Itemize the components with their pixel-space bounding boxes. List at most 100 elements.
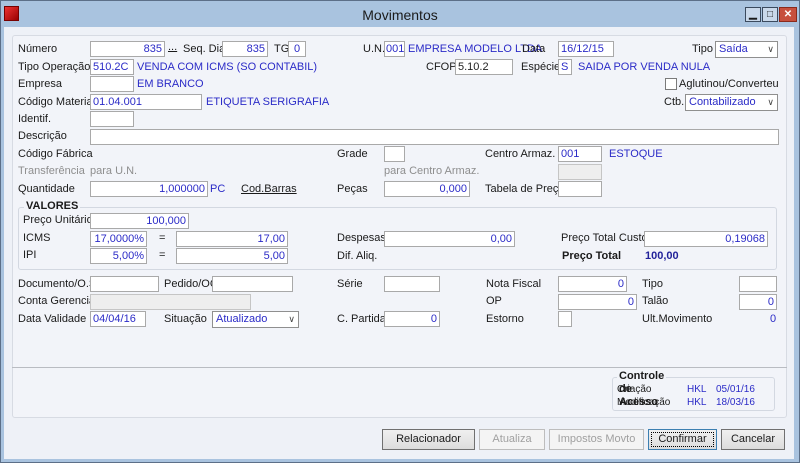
quantidade-label: Quantidade [18,183,75,195]
chevron-down-icon: ∨ [767,97,774,107]
documento-label: Documento/O.S [18,278,97,290]
pecas-label: Peças [337,183,368,195]
icms-equals: = [159,232,166,244]
despesas-label: Despesas [337,232,386,244]
identif-label: Identif. [18,113,52,125]
tg-label: TG [274,43,290,55]
tipo-operacao-description: VENDA COM ICMS (SO CONTABIL) [137,61,318,73]
valores-title: VALORES [24,200,81,213]
chevron-down-icon: ∨ [767,44,774,54]
icms-value-input[interactable]: 17,00 [176,231,288,247]
tipo-label: Tipo [692,43,713,55]
op-label: OP [486,295,502,307]
cfop-label: CFOP [426,61,457,73]
especie-input[interactable]: S [558,59,572,75]
estorno-input[interactable] [558,311,572,327]
modificacao-label: Modificação [617,397,671,408]
especie-description: SAIDA POR VENDA NULA [578,61,711,73]
tipo2-input[interactable] [739,276,777,292]
dif-aliq-label: Dif. Aliq. [337,250,378,262]
cod-barras-link[interactable]: Cod.Barras [241,182,297,197]
centro-armaz-description: ESTOQUE [609,148,663,160]
empresa-description: EM BRANCO [137,78,204,90]
identif-input[interactable] [90,111,134,127]
codigo-material-label: Código Material [18,96,96,108]
grade-input[interactable] [384,146,405,162]
tipo-operacao-label: Tipo Operação [18,61,91,73]
ipi-label: IPI [23,249,37,261]
talao-input[interactable]: 0 [739,294,777,310]
despesas-input[interactable]: 0,00 [384,231,515,247]
preco-total-custo-input[interactable]: 0,19068 [644,231,768,247]
situacao-value: Atualizado [216,313,268,325]
preco-total-value: 100,00 [645,250,679,262]
ctb-label: Ctb. [664,96,685,108]
un-input[interactable]: 001 [384,41,405,57]
ipi-equals: = [159,249,166,261]
preco-unitario-input[interactable]: 100,000 [90,213,189,229]
aglutinou-checkbox[interactable] [665,78,677,90]
data-input[interactable]: 16/12/15 [558,41,614,57]
chevron-down-icon: ∨ [288,314,295,324]
documento-input[interactable] [90,276,159,292]
pedido-input[interactable] [212,276,293,292]
data-validade-input[interactable]: 04/04/16 [90,311,146,327]
tipo-operacao-input[interactable]: 510.2C [90,59,134,75]
maximize-button[interactable]: □ [762,7,778,22]
numero-label: Número [18,43,58,55]
descricao-input[interactable] [90,129,779,145]
c-partida-label: C. Partida [337,313,386,325]
modificacao-user: HKL [687,397,707,408]
conta-gerencial-input [90,294,251,310]
serie-input[interactable] [384,276,440,292]
icms-pct-input[interactable]: 17,0000% [90,231,147,247]
cfop-input[interactable]: 5.10.2 [455,59,513,75]
numero-input[interactable]: 835 [90,41,165,57]
title-bar: Movimentos ▁ □ ✕ [1,3,799,27]
ctb-select[interactable]: Contabilizado ∨ [685,94,778,111]
situacao-select[interactable]: Atualizado ∨ [212,311,299,328]
atualiza-button[interactable]: Atualiza [479,429,545,450]
empresa-input[interactable] [90,76,134,92]
c-partida-input[interactable]: 0 [384,311,440,327]
preco-unitario-label: Preço Unitário [23,214,93,226]
para-centro-label: para Centro Armaz. [384,165,480,177]
data-label: Data [522,43,546,55]
ult-movimento-label: Ult.Movimento [642,313,713,325]
tabela-preco-input[interactable] [558,181,602,197]
seq-dia-label: Seq. Dia [183,43,226,55]
codigo-fabrica-label: Código Fábrica [18,148,93,160]
pedido-label: Pedido/OC [164,278,218,290]
para-centro-input [558,164,602,180]
tipo-select[interactable]: Saída ∨ [715,41,778,58]
conta-gerencial-label: Conta Gerencial [18,295,98,307]
window-title: Movimentos [362,7,438,23]
relacionador-button[interactable]: Relacionador [382,429,475,450]
especie-label: Espécie [521,61,561,73]
centro-armaz-label: Centro Armaz. [485,148,556,160]
nota-fiscal-input[interactable]: 0 [558,276,627,292]
tg-input[interactable]: 0 [288,41,306,57]
un-label: U.N. [363,43,385,55]
confirmar-button[interactable]: Confirmar [648,429,717,450]
ipi-value-input[interactable]: 5,00 [176,248,288,264]
codigo-material-input[interactable]: 01.04.001 [90,94,202,110]
close-button[interactable]: ✕ [779,7,797,22]
op-input[interactable]: 0 [558,294,637,310]
aglutinou-label: Aglutinou/Converteu [679,78,779,90]
pecas-input[interactable]: 0,000 [384,181,470,197]
minimize-button[interactable]: ▁ [745,7,761,22]
tipo2-label: Tipo [642,278,663,290]
para-un-label: para U.N. [90,165,138,177]
seq-dia-input[interactable]: 835 [222,41,268,57]
ipi-pct-input[interactable]: 5,00% [90,248,147,264]
transferencia-label: Transferência [18,165,85,177]
impostos-movto-button[interactable]: Impostos Movto [549,429,644,450]
quantidade-input[interactable]: 1,000000 [90,181,208,197]
serie-label: Série [337,278,363,290]
centro-armaz-input[interactable]: 001 [558,146,602,162]
cancelar-button[interactable]: Cancelar [721,429,785,450]
numero-lookup-button[interactable]: ... [168,40,177,55]
tipo-value: Saída [719,43,748,55]
estorno-label: Estorno [486,313,524,325]
